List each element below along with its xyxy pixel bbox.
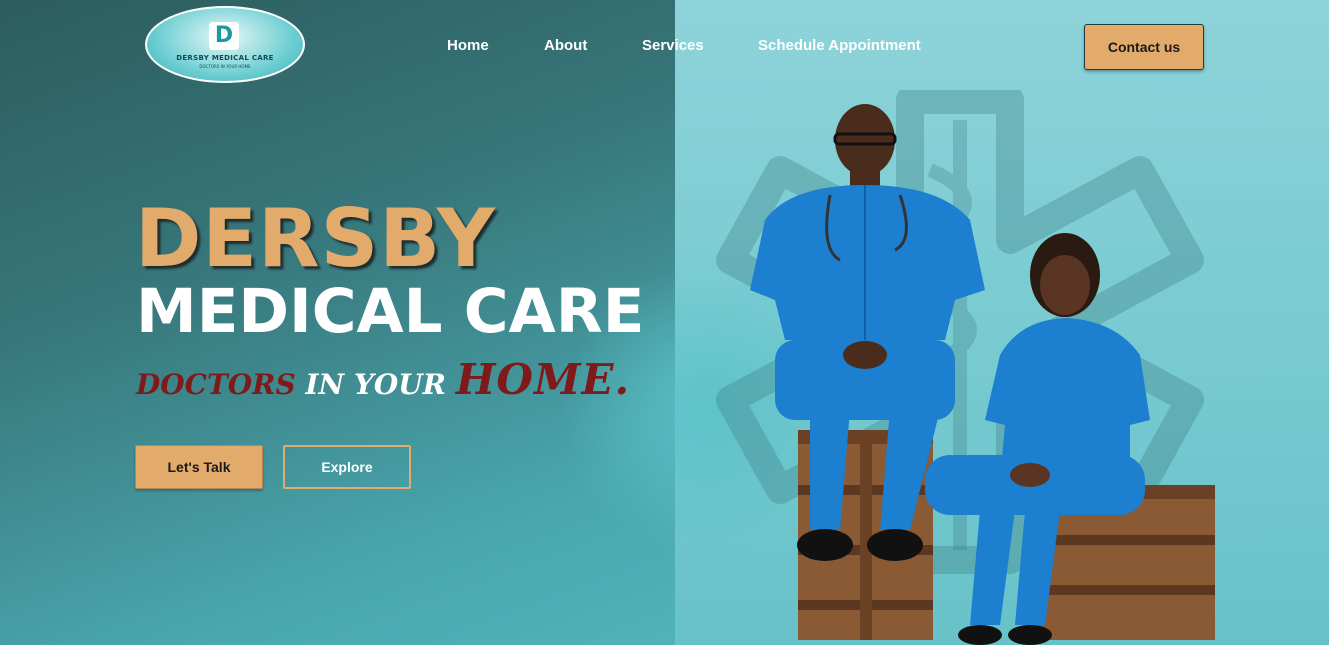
lets-talk-button[interactable]: Let's Talk bbox=[135, 445, 263, 489]
tagline-home: HOME. bbox=[455, 355, 631, 404]
logo-tagline: DOCTORS IN YOUR HOME bbox=[199, 64, 251, 69]
doctors-hero-image bbox=[716, 90, 1215, 645]
nav-schedule-link[interactable]: Schedule Appointment bbox=[758, 37, 921, 54]
tagline-in-your: IN YOUR bbox=[295, 368, 456, 401]
nav-home-link[interactable]: Home bbox=[447, 37, 489, 54]
nav-about-link[interactable]: About bbox=[544, 37, 587, 54]
hero-tagline: DOCTORS IN YOUR HOME. bbox=[136, 355, 630, 404]
site-logo[interactable]: D DERSBY MEDICAL CARE DOCTORS IN YOUR HO… bbox=[145, 6, 305, 83]
nav-services-link[interactable]: Services bbox=[642, 37, 704, 54]
logo-mark-icon: D bbox=[209, 22, 239, 50]
contact-us-button[interactable]: Contact us bbox=[1084, 24, 1204, 70]
hero-title-subtitle: MEDICAL CARE bbox=[136, 276, 645, 347]
explore-button[interactable]: Explore bbox=[283, 445, 411, 489]
tagline-doctors: DOCTORS bbox=[136, 368, 296, 401]
logo-title: DERSBY MEDICAL CARE bbox=[176, 54, 274, 62]
hero-title-brand: DERSBY bbox=[135, 192, 496, 285]
